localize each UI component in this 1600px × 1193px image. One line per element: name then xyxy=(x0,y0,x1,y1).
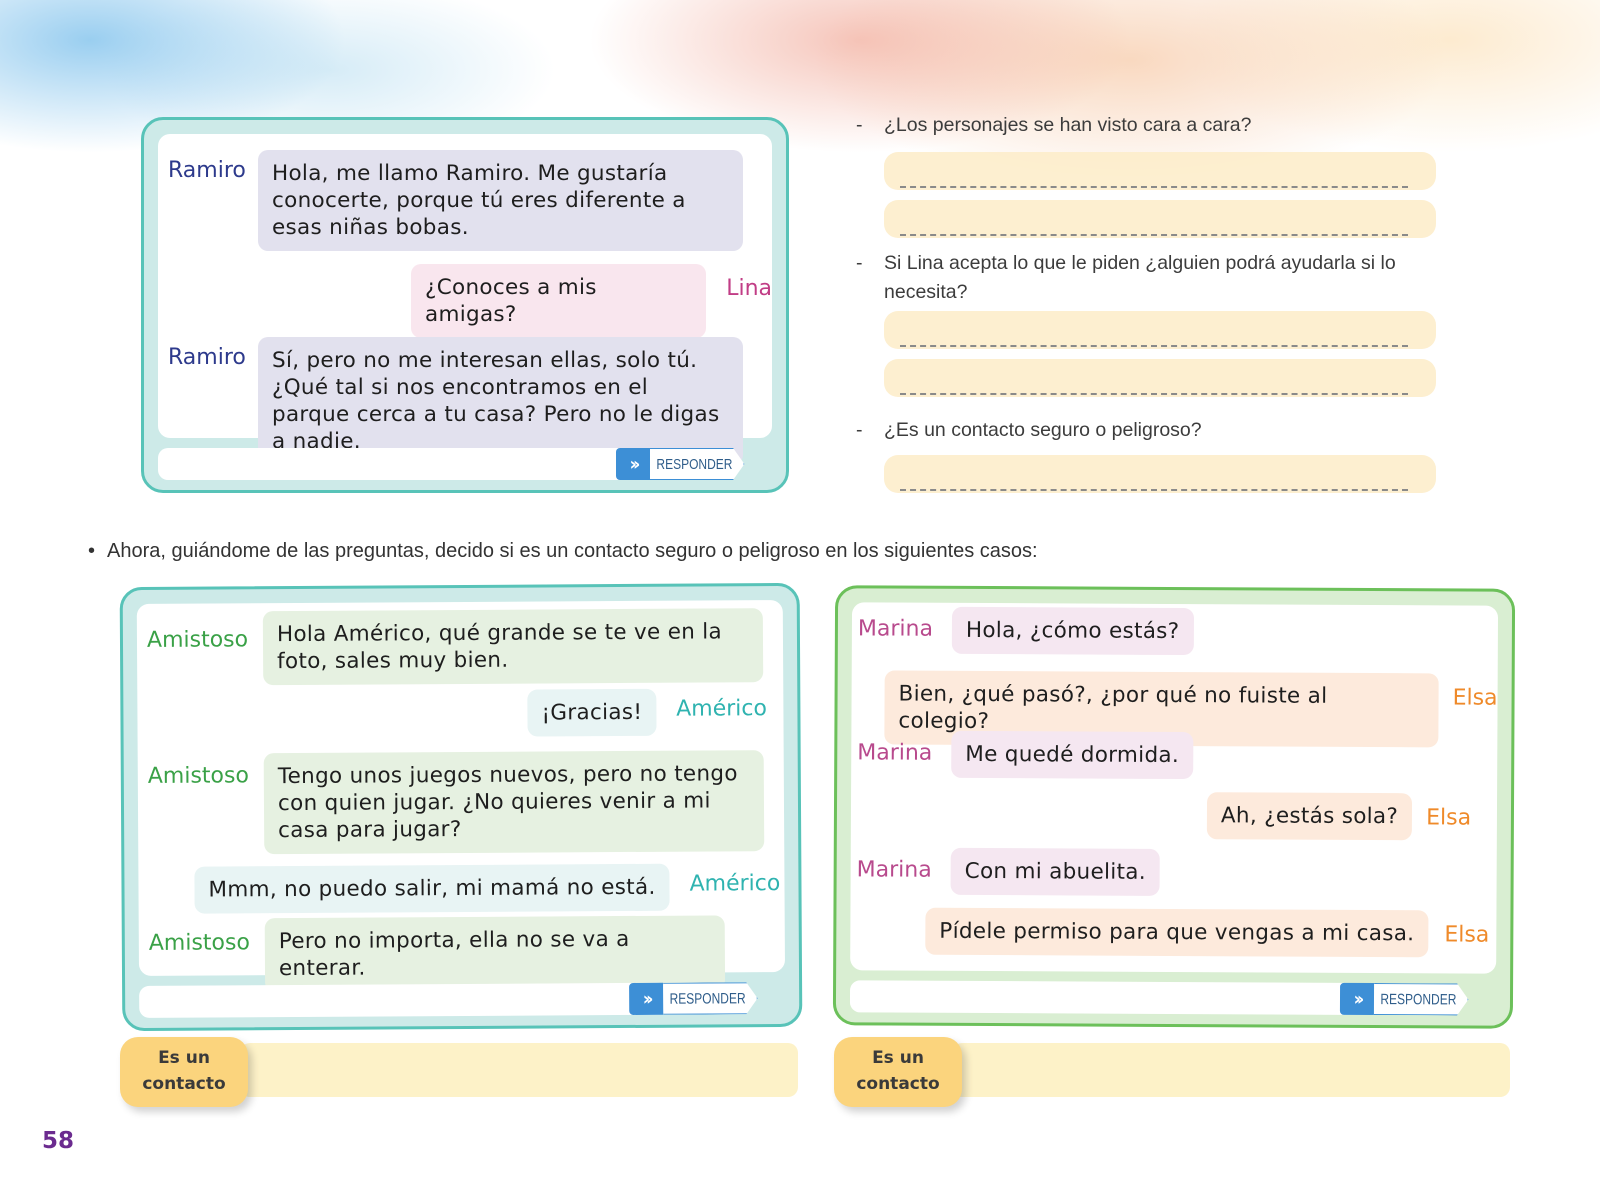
message-row: Amistoso Hola Américo, qué grande se te … xyxy=(146,608,764,686)
message-row: Marina Hola, ¿cómo estás? xyxy=(857,606,1194,656)
message-bubble: Tengo unos juegos nuevos, pero no tengo … xyxy=(263,750,765,855)
question-text: ¿Es un contacto seguro o peligroso? xyxy=(884,419,1202,441)
double-chevron-right-icon: ›› xyxy=(615,448,650,480)
speaker-name: Américo xyxy=(689,871,781,897)
answer-line[interactable] xyxy=(900,345,1408,347)
message-row: Marina Me quedé dormida. xyxy=(857,730,1194,780)
answer-highlight xyxy=(884,359,1436,397)
message-bubble: Hola, ¿cómo estás? xyxy=(951,606,1194,656)
speaker-name: Marina xyxy=(857,616,934,642)
message-row: Amistoso Pero no importa, ella no se va … xyxy=(148,915,726,993)
message-bubble: Sí, pero no me interesan ellas, solo tú.… xyxy=(258,337,743,465)
speaker-name: Ramiro xyxy=(168,158,246,183)
chat-messages-area: Amistoso Hola Américo, qué grande se te … xyxy=(136,600,786,993)
chat-messages-area: Ramiro Hola, me llamo Ramiro. Me gustarí… xyxy=(158,134,772,465)
message-row: ¡Gracias! Américo xyxy=(527,688,768,737)
message-bubble: Pero no importa, ella no se va a enterar… xyxy=(264,915,726,993)
message-row: Ramiro Sí, pero no me interesan ellas, s… xyxy=(168,337,743,465)
answer-field[interactable] xyxy=(952,1043,1510,1097)
message-row: Ah, ¿estás sola? Elsa xyxy=(1206,792,1472,841)
message-bubble: Hola, me llamo Ramiro. Me gustaría conoc… xyxy=(258,150,743,251)
speaker-name: Lina xyxy=(726,276,772,301)
contact-type-tag: Es un contacto xyxy=(834,1037,962,1107)
speaker-name: Ramiro xyxy=(168,345,246,370)
contact-type-tag: Es un contacto xyxy=(120,1037,248,1107)
question-text: ¿Los personajes se han visto cara a cara… xyxy=(884,114,1252,136)
reply-button-label: RESPONDER xyxy=(649,448,745,480)
answer-highlight xyxy=(884,200,1436,238)
message-row: Ramiro Hola, me llamo Ramiro. Me gustarí… xyxy=(168,150,743,251)
chat-window-marina-elsa: Marina Hola, ¿cómo estás? Bien, ¿qué pas… xyxy=(832,585,1516,1029)
instruction-line: • Ahora, guiándome de las preguntas, deci… xyxy=(88,540,1038,563)
speaker-name: Marina xyxy=(857,740,933,766)
page-number: 58 xyxy=(42,1128,75,1154)
speaker-name: Elsa xyxy=(1452,685,1498,711)
double-chevron-right-icon: ›› xyxy=(629,982,664,1015)
question-2: - Si Lina acepta lo que le piden ¿alguie… xyxy=(856,252,1396,303)
reply-input[interactable] xyxy=(158,448,651,480)
speaker-name: Elsa xyxy=(1444,922,1490,948)
speaker-name: Amistoso xyxy=(146,627,249,653)
reply-button[interactable]: ›› RESPONDER xyxy=(629,982,781,1015)
message-row: Marina Con mi abuelita. xyxy=(856,847,1161,896)
question-3: - ¿Es un contacto seguro o peligroso? xyxy=(856,419,1202,441)
message-row: Amistoso Tengo unos juegos nuevos, pero … xyxy=(148,750,765,855)
double-chevron-right-icon: ›› xyxy=(1339,982,1375,1016)
reply-button[interactable]: ›› RESPONDER xyxy=(1339,982,1492,1016)
message-bubble: ¿Conoces a mis amigas? xyxy=(411,264,707,338)
message-row: ¿Conoces a mis amigas? Lina xyxy=(411,264,772,338)
speaker-name: Amistoso xyxy=(148,930,250,956)
answer-line[interactable] xyxy=(900,186,1408,188)
reply-button[interactable]: ›› RESPONDER xyxy=(615,448,768,480)
chat-window-ramiro-lina: Ramiro Hola, me llamo Ramiro. Me gustarí… xyxy=(141,117,789,493)
message-bubble: Pídele permiso para que vengas a mi casa… xyxy=(925,907,1429,958)
message-bubble: Hola Américo, qué grande se te ve en la … xyxy=(262,608,764,686)
chat-window-amistoso-americo: Amistoso Hola Américo, qué grande se te … xyxy=(119,582,803,1032)
reply-button-label: RESPONDER xyxy=(663,982,758,1015)
speaker-name: Elsa xyxy=(1426,805,1472,831)
chat-messages-area: Marina Hola, ¿cómo estás? Bien, ¿qué pas… xyxy=(850,602,1499,974)
answer-line[interactable] xyxy=(900,393,1408,395)
message-bubble: Mmm, no puedo salir, mi mamá no está. xyxy=(194,863,670,914)
question-1: - ¿Los personajes se han visto cara a ca… xyxy=(856,114,1252,136)
reply-input[interactable] xyxy=(849,980,1375,1016)
message-row: Mmm, no puedo salir, mi mamá no está. Am… xyxy=(194,863,780,914)
reply-input[interactable] xyxy=(139,982,668,1018)
message-bubble: Ah, ¿estás sola? xyxy=(1206,792,1413,841)
instruction-text: Ahora, guiándome de las preguntas, decid… xyxy=(107,540,1038,562)
answer-highlight xyxy=(884,311,1436,349)
speaker-name: Marina xyxy=(856,857,932,883)
speaker-name: Amistoso xyxy=(147,763,249,789)
message-bubble: Con mi abuelita. xyxy=(950,847,1161,896)
message-bubble: ¡Gracias! xyxy=(527,688,657,737)
question-text: Si Lina acepta lo que le piden ¿alguien … xyxy=(884,252,1396,303)
answer-line[interactable] xyxy=(900,489,1408,491)
answer-line[interactable] xyxy=(900,234,1408,236)
speaker-name: Américo xyxy=(676,696,768,722)
message-row: Pídele permiso para que vengas a mi casa… xyxy=(925,907,1490,958)
answer-highlight xyxy=(884,455,1436,493)
reply-button-label: RESPONDER xyxy=(1374,983,1469,1015)
message-bubble: Me quedé dormida. xyxy=(951,730,1194,780)
answer-highlight xyxy=(884,152,1436,190)
answer-field[interactable] xyxy=(240,1043,798,1097)
bullet-icon: • xyxy=(88,540,96,562)
